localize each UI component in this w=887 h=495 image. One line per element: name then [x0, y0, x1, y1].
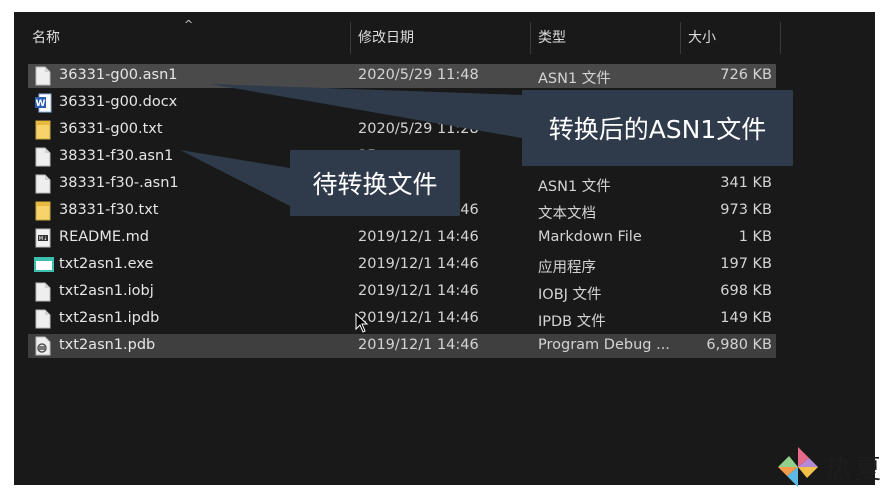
callout-converted-text: 转换后的ASN1文件: [548, 115, 767, 144]
callout-pointers: [180, 84, 522, 206]
callout-converted-file: 转换后的ASN1文件: [522, 90, 793, 166]
pinwheel-logo-icon: [778, 447, 818, 487]
watermark-text: 热夏: [825, 455, 886, 485]
callout-source-text: 待转换文件: [312, 170, 438, 199]
mouse-cursor-icon: [355, 313, 369, 333]
callout-pointer-to-convert: [180, 150, 290, 206]
callout-pointer-converted: [210, 84, 522, 138]
callout-source-file: 待转换文件: [290, 150, 460, 216]
